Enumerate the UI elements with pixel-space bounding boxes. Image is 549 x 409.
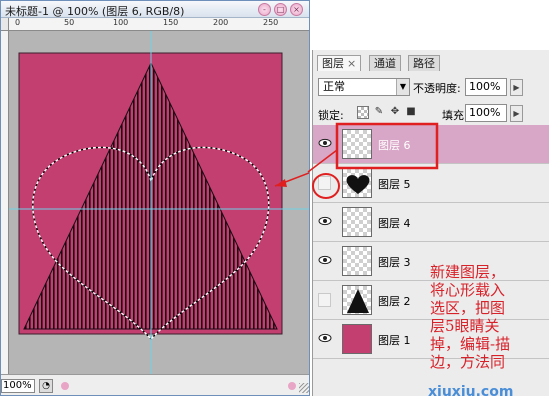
visibility-toggle[interactable]	[318, 293, 331, 307]
brush-icon[interactable]: ✎	[373, 106, 385, 119]
annotation-line: 层5眼睛关	[430, 317, 500, 335]
triangle-thumbnail-icon	[347, 289, 369, 313]
canvas-area[interactable]	[9, 31, 310, 374]
scroll-right-button[interactable]	[288, 382, 296, 390]
visibility-toggle[interactable]	[316, 212, 334, 232]
fill-input[interactable]: 100%	[465, 104, 507, 122]
eye-icon	[318, 255, 332, 265]
watermark: xiuxiu.com	[428, 384, 514, 400]
ruler-label: 100	[113, 18, 129, 27]
opacity-label: 不透明度:	[413, 82, 461, 95]
status-bar: 100% ◔	[1, 374, 309, 395]
document-titlebar[interactable]: 未标题-1 @ 100% (图层 6, RGB/8) - □ ×	[1, 1, 309, 18]
annotation-line: 选区，把图	[430, 299, 506, 317]
layer-thumbnail	[342, 285, 372, 315]
opacity-input[interactable]: 100%	[465, 78, 507, 96]
layer-name: 图层 1	[378, 334, 411, 347]
layer-thumbnail	[342, 324, 372, 354]
annotation-line: 新建图层，	[430, 263, 506, 281]
fill-label: 填充:	[442, 109, 468, 122]
layer-row[interactable]: 图层 4	[313, 203, 549, 242]
layer-thumbnail	[342, 168, 372, 198]
eye-icon	[318, 216, 332, 226]
visibility-toggle[interactable]	[316, 134, 334, 154]
heart-thumbnail-icon	[346, 175, 370, 194]
minimize-button[interactable]: -	[258, 3, 271, 16]
chevron-right-icon[interactable]: ▶	[510, 105, 523, 122]
checker-lock-icon[interactable]	[357, 106, 369, 119]
chevron-right-icon[interactable]: ▶	[510, 79, 523, 96]
document-title: 未标题-1 @ 100% (图层 6, RGB/8)	[5, 5, 185, 18]
annotation-line: 将心形载入	[430, 281, 506, 299]
horizontal-ruler[interactable]: 0 50 100 150 200 250	[9, 18, 309, 31]
close-icon[interactable]: ×	[347, 57, 356, 70]
eye-icon	[318, 333, 332, 343]
visibility-toggle[interactable]	[316, 251, 334, 271]
tab-layers-label: 图层	[322, 57, 344, 70]
tab-channels[interactable]: 通道	[369, 55, 401, 71]
ruler-label: 150	[163, 18, 179, 27]
status-info-icon[interactable]: ◔	[39, 379, 53, 393]
visibility-toggle[interactable]	[318, 176, 331, 190]
zoom-input[interactable]: 100%	[1, 379, 35, 393]
blend-mode-select[interactable]: 正常 ▼	[318, 78, 410, 96]
maximize-button[interactable]: □	[274, 3, 287, 16]
close-button[interactable]: ×	[290, 3, 303, 16]
lock-label: 锁定:	[318, 109, 344, 122]
ruler-label: 0	[15, 18, 21, 27]
ruler-label: 50	[64, 18, 75, 27]
tab-layers[interactable]: 图层 ×	[317, 55, 362, 71]
annotation-line: 边，方法同	[430, 353, 506, 371]
layer-name: 图层 5	[378, 178, 411, 191]
document-window: 未标题-1 @ 100% (图层 6, RGB/8) - □ × 0 50 10…	[0, 0, 310, 396]
layer-name: 图层 2	[378, 295, 411, 308]
layer-thumbnail	[342, 246, 372, 276]
padlock-icon[interactable]: ■	[405, 106, 417, 119]
chevron-down-icon[interactable]: ▼	[396, 79, 409, 95]
annotation-line: 掉，编辑-描	[430, 335, 511, 353]
visibility-toggle[interactable]	[316, 329, 334, 349]
tab-paths[interactable]: 路径	[408, 55, 440, 71]
layer-row[interactable]: 图层 6	[313, 125, 549, 164]
layer-row[interactable]: 图层 5	[313, 164, 549, 203]
move-icon[interactable]: ✥	[389, 106, 401, 119]
ruler-label: 200	[213, 18, 229, 27]
ruler-origin[interactable]	[1, 18, 9, 31]
vertical-ruler[interactable]	[1, 31, 9, 374]
ruler-label: 250	[263, 18, 279, 27]
layer-thumbnail	[342, 129, 372, 159]
annotation-note: 新建图层， 将心形载入 选区，把图 层5眼睛关 掉，编辑-描 边，方法同	[430, 263, 548, 371]
layer-name: 图层 6	[378, 139, 411, 152]
layer-name: 图层 3	[378, 256, 411, 269]
blend-mode-value: 正常	[323, 80, 345, 93]
eye-icon	[318, 138, 332, 148]
layer-thumbnail	[342, 207, 372, 237]
resize-grip[interactable]	[299, 383, 309, 393]
layer-name: 图层 4	[378, 217, 411, 230]
scroll-left-button[interactable]	[61, 382, 69, 390]
canvas-artwork[interactable]	[9, 31, 310, 374]
